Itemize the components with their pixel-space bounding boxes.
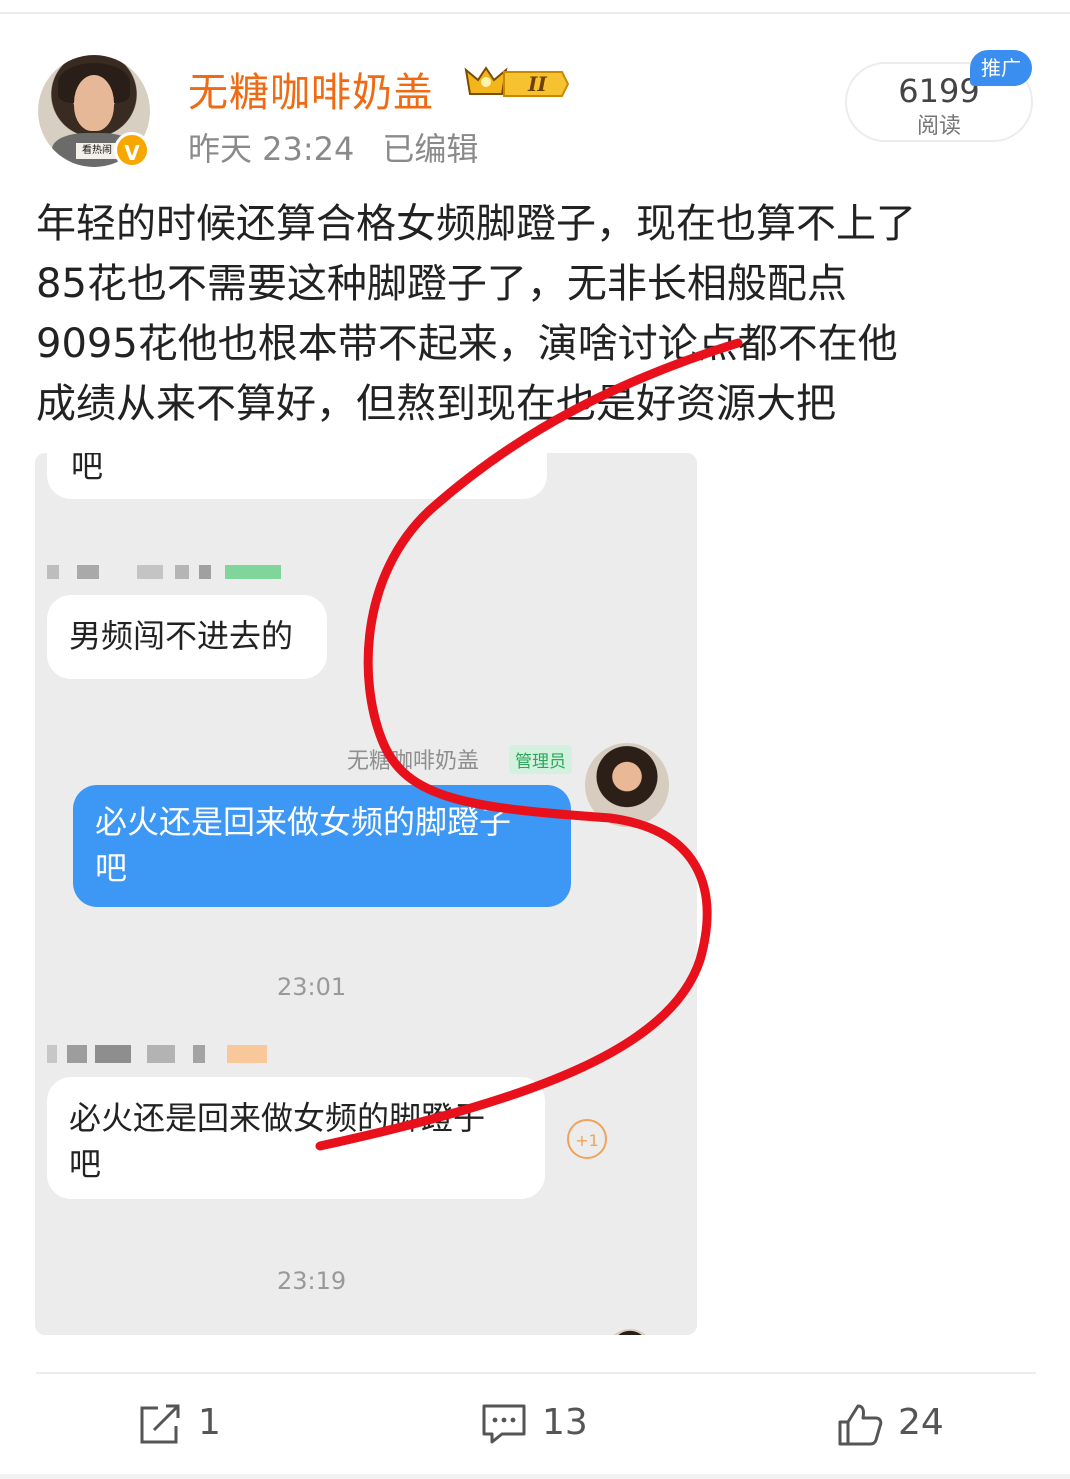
post-text: 年轻的时候还算合格女频脚蹬子，现在也算不上了 85花也不需要这种脚蹬子了，无非长… bbox=[36, 194, 1036, 434]
like-count: 24 bbox=[898, 1402, 944, 1443]
promo-button[interactable]: 推广 bbox=[970, 50, 1032, 86]
post-meta: 昨天 23:24 已编辑 bbox=[188, 124, 478, 170]
admin-tag: 管理员 bbox=[509, 745, 572, 774]
post-line: 9095花他也根本带不起来，演啥讨论点都不在他 bbox=[36, 321, 898, 367]
post-line: 年轻的时候还算合格女频脚蹬子，现在也算不上了 bbox=[36, 201, 916, 247]
blurred-sender-name bbox=[47, 565, 287, 579]
bottom-divider bbox=[0, 1474, 1070, 1479]
share-count: 1 bbox=[198, 1402, 221, 1443]
avatar-caption: 看热闹 bbox=[76, 143, 118, 159]
post-line: 85花也不需要这种脚蹬子了，无非长相般配点 bbox=[36, 261, 847, 307]
chat-screenshot-image[interactable]: 吧 男频闯不进去的 无糖咖啡奶盖 管理员 必火还是回来做女频的脚蹬子 吧 23:… bbox=[35, 453, 697, 1335]
chat-message-text: 必火还是回来做女频的脚蹬子 bbox=[95, 803, 512, 841]
chat-message-text: 男频闯不进去的 bbox=[69, 617, 294, 655]
chat-bubble-fragment: 吧 bbox=[47, 453, 547, 499]
comment-button[interactable]: 13 bbox=[480, 1398, 620, 1452]
share-button[interactable]: 1 bbox=[136, 1398, 246, 1452]
admin-sender-name: 无糖咖啡奶盖 bbox=[347, 749, 480, 774]
post-line: 成绩从来不算好，但熬到现在也是好资源大把 bbox=[36, 381, 836, 427]
action-bar-divider bbox=[36, 1372, 1036, 1374]
thumbs-up-icon bbox=[838, 1404, 883, 1446]
level-badge: II bbox=[527, 72, 547, 96]
comment-count: 13 bbox=[542, 1402, 588, 1443]
chat-message-text: 必火还是回来做女频的脚蹬子 bbox=[69, 1099, 486, 1137]
chat-timestamp: 23:01 bbox=[277, 973, 347, 1001]
top-divider bbox=[0, 12, 1070, 14]
admin-avatar-partial bbox=[605, 1329, 655, 1335]
comment-icon bbox=[482, 1404, 526, 1444]
username[interactable]: 无糖咖啡奶盖 bbox=[188, 60, 434, 118]
edited-label: 已编辑 bbox=[382, 130, 479, 168]
admin-avatar bbox=[585, 743, 669, 827]
chat-fragment-text: 吧 bbox=[71, 453, 104, 485]
verified-icon: V bbox=[114, 132, 150, 168]
blurred-sender-name bbox=[47, 1045, 287, 1063]
chat-message-bubble: 必火还是回来做女频的脚蹬子 吧 bbox=[47, 1077, 545, 1199]
post-time: 昨天 23:24 bbox=[188, 130, 355, 168]
chat-message-bubble: 男频闯不进去的 bbox=[47, 595, 327, 679]
chat-message-text: 吧 bbox=[95, 849, 128, 887]
share-icon bbox=[140, 1404, 180, 1444]
like-button[interactable]: 24 bbox=[836, 1398, 976, 1452]
plus-one-button[interactable]: +1 bbox=[567, 1119, 607, 1159]
chat-timestamp: 23:19 bbox=[277, 1267, 347, 1295]
chat-message-text: 吧 bbox=[69, 1145, 102, 1183]
crown-level-icon[interactable]: II bbox=[462, 64, 572, 104]
chat-message-bubble-self: 必火还是回来做女频的脚蹬子 吧 bbox=[73, 785, 571, 907]
read-label: 阅读 bbox=[916, 114, 961, 139]
